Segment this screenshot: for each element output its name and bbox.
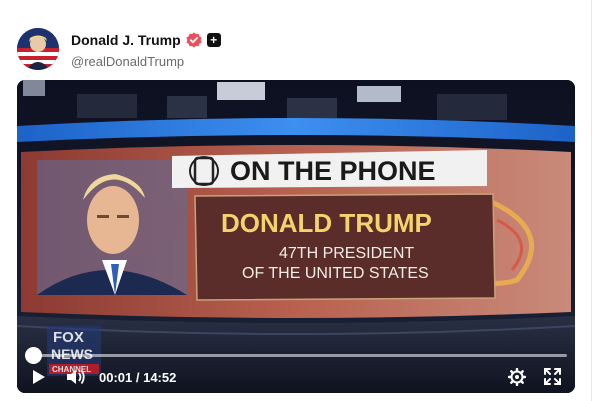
play-icon: [33, 370, 45, 384]
volume-button[interactable]: [66, 368, 86, 386]
name-row: Donald J. Trump +: [71, 32, 221, 48]
lower-third-name: DONALD TRUMP: [221, 208, 432, 238]
progress-knob[interactable]: [25, 347, 42, 364]
settings-button[interactable]: [507, 367, 527, 387]
banner-title: ON THE PHONE: [230, 156, 436, 186]
lower-third-subtitle-line1: 47TH PRESIDENT: [279, 245, 414, 262]
current-time: 00:01: [99, 370, 133, 385]
fullscreen-icon: [544, 368, 561, 385]
avatar[interactable]: [17, 28, 59, 70]
settings-gear-icon: [507, 367, 527, 387]
post-card: Donald J. Trump + @realDonaldTrump ON TH…: [0, 0, 592, 401]
volume-icon: [67, 369, 85, 385]
fullscreen-button[interactable]: [544, 368, 561, 385]
play-button[interactable]: [32, 369, 46, 385]
progress-bar[interactable]: [35, 354, 567, 357]
video-player[interactable]: ON THE PHONE DONALD TRUMP 47TH PRESIDENT…: [17, 80, 575, 393]
time-display: 00:01 / 14:52: [99, 370, 176, 385]
lower-third-subtitle-line2: OF THE UNITED STATES: [242, 265, 429, 282]
plus-icon: +: [206, 33, 221, 47]
verified-badge-icon: [186, 32, 202, 48]
time-separator: /: [132, 370, 144, 385]
video-controls: 00:01 / 14:52: [17, 333, 575, 393]
duration: 14:52: [143, 370, 177, 385]
user-handle[interactable]: @realDonaldTrump: [71, 54, 184, 69]
post-header: Donald J. Trump + @realDonaldTrump: [17, 28, 417, 72]
display-name[interactable]: Donald J. Trump: [71, 32, 181, 48]
